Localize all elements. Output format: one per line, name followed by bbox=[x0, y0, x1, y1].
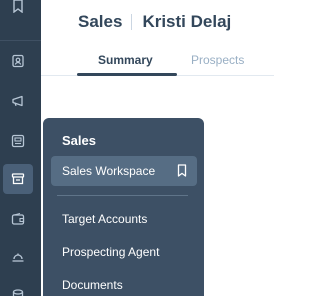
page-title: Sales Kristi Delaj bbox=[78, 11, 231, 33]
menu-item-documents[interactable]: Documents bbox=[51, 270, 197, 296]
bookmark-icon[interactable] bbox=[3, 0, 33, 21]
content-icon[interactable] bbox=[3, 126, 33, 156]
hub-title: Sales bbox=[78, 12, 123, 31]
service-icon[interactable] bbox=[3, 242, 33, 272]
left-nav-rail bbox=[0, 0, 41, 296]
menu-item-label: Sales Workspace bbox=[62, 164, 156, 178]
active-tab-indicator bbox=[77, 73, 177, 76]
bookmark-icon[interactable] bbox=[177, 164, 187, 177]
sales-flyout-menu: Sales Sales Workspace Target Accounts Pr… bbox=[43, 118, 204, 296]
menu-item-label: Documents bbox=[62, 278, 123, 292]
tab-summary[interactable]: Summary bbox=[98, 53, 153, 67]
commerce-icon[interactable] bbox=[3, 204, 33, 234]
flyout-divider bbox=[57, 195, 188, 196]
menu-item-label: Target Accounts bbox=[62, 212, 148, 226]
menu-item-target-accounts[interactable]: Target Accounts bbox=[51, 204, 197, 234]
tab-prospects[interactable]: Prospects bbox=[191, 53, 244, 67]
app-root: Sales Kristi Delaj Summary Prospects Sal… bbox=[0, 0, 274, 296]
menu-item-label: Prospecting Agent bbox=[62, 245, 160, 259]
data-icon[interactable] bbox=[3, 280, 33, 296]
title-divider bbox=[131, 14, 133, 30]
megaphone-icon[interactable] bbox=[3, 86, 33, 116]
sales-icon[interactable] bbox=[3, 164, 33, 194]
menu-item-prospecting-agent[interactable]: Prospecting Agent bbox=[51, 237, 197, 267]
user-name: Kristi Delaj bbox=[142, 12, 232, 31]
menu-item-sales-workspace[interactable]: Sales Workspace bbox=[51, 156, 197, 186]
flyout-title: Sales bbox=[62, 133, 96, 148]
contacts-icon[interactable] bbox=[3, 46, 33, 76]
rail-divider bbox=[0, 40, 41, 41]
